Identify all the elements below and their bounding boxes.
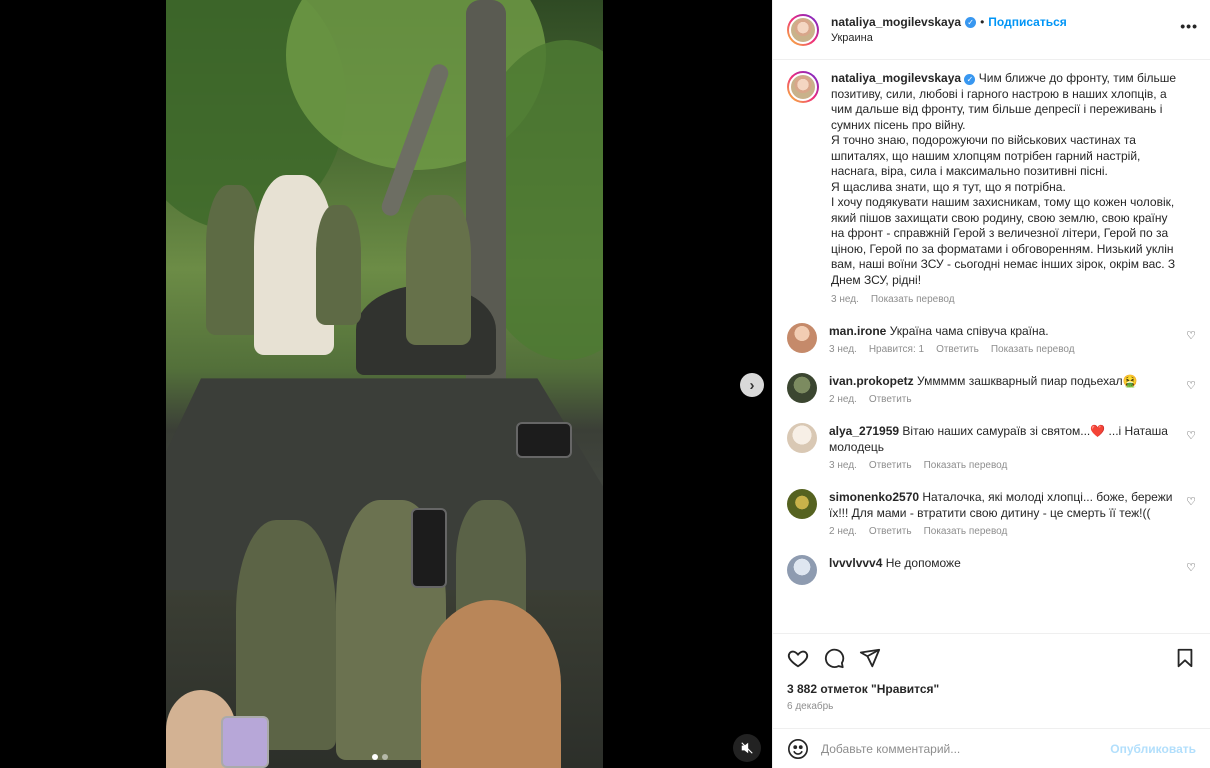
caption-line: І хочу подякувати нашим захисникам, тому… [831, 195, 1175, 209]
carousel-indicator [372, 754, 388, 760]
post-date[interactable]: 6 декабрь [787, 701, 1196, 712]
caption-text: nataliya_mogilevskaya ✓ Чим ближче до фр… [831, 71, 1191, 288]
chevron-right-icon: › [749, 376, 755, 394]
post-details-panel: nataliya_mogilevskaya ✓ • Подписаться Ук… [772, 0, 1210, 768]
reply-button[interactable]: Ответить [936, 344, 979, 355]
add-comment-bar: Опубликовать [773, 728, 1210, 768]
send-icon[interactable] [859, 647, 881, 669]
post-location[interactable]: Украина [831, 32, 1067, 44]
reply-button[interactable]: Ответить [869, 526, 912, 537]
commenter-avatar[interactable] [787, 323, 817, 353]
phone-in-hand [516, 422, 572, 458]
comments-scroll-area[interactable]: nataliya_mogilevskaya ✓ Чим ближче до фр… [773, 61, 1210, 633]
caption-line: сумних пісень про війну. [831, 117, 966, 132]
comment-icon[interactable] [823, 647, 845, 669]
phone-in-hand [411, 508, 447, 588]
post-caption: nataliya_mogilevskaya ✓ Чим ближче до фр… [787, 71, 1196, 305]
verified-badge-icon: ✓ [965, 16, 977, 28]
show-translation-link[interactable]: Показать перевод [871, 294, 955, 305]
caption-line: позитиву, сили, любові і гарного настрою… [831, 86, 1167, 101]
next-media-button[interactable]: › [740, 373, 764, 397]
caption-line: Я точно знаю, подорожуючи по військових … [831, 133, 1136, 147]
caption-meta: 3 нед. Показать перевод [831, 294, 1191, 305]
comment-username[interactable]: simonenko2570 [829, 490, 919, 504]
caption-line: ціною, Герой по за форматами і обговорен… [831, 241, 1174, 256]
media-area: › [0, 0, 772, 768]
comment-input[interactable] [821, 741, 1099, 756]
spectator-figure [421, 600, 561, 768]
emoji-icon[interactable] [787, 738, 809, 760]
heart-icon[interactable]: ♡ [1186, 329, 1196, 342]
comment-text: Україна чама співуча країна. [889, 324, 1049, 338]
comment-time[interactable]: 3 нед. [829, 460, 857, 471]
comment-item: ivan.prokopetz Уммммм зашкварный пиар по… [787, 373, 1196, 405]
caption-author[interactable]: nataliya_mogilevskaya [831, 71, 961, 85]
post-video[interactable] [166, 0, 603, 768]
instagram-post-modal: › nataliya_mogilevskaya ✓ • Подписаться [0, 0, 1210, 768]
comment-text: Уммммм зашкварный пиар подьехал🤮 [917, 374, 1138, 388]
comment-time[interactable]: 3 нед. [829, 344, 857, 355]
comment-time[interactable]: 2 нед. [829, 526, 857, 537]
heart-icon[interactable] [787, 647, 809, 669]
comment-username[interactable]: ivan.prokopetz [829, 374, 914, 388]
publish-comment-button[interactable]: Опубликовать [1110, 742, 1196, 756]
follow-button[interactable]: Подписаться [988, 15, 1066, 29]
comment-username[interactable]: alya_271959 [829, 424, 899, 438]
comment-item: simonenko2570 Наталочка, які молоді хлоп… [787, 489, 1196, 537]
like-count[interactable]: 3 882 отметок "Нравится" [787, 682, 1196, 696]
post-actions: 3 882 отметок "Нравится" 6 декабрь [773, 633, 1210, 712]
caption-line: Я щаслива знати, що я тут, що я потрібна… [831, 179, 1066, 194]
soldier-figure [316, 205, 361, 325]
caption-line: який пішов захищати свою родину, свою зе… [831, 210, 1168, 225]
comment-item: lvvvlvvv4 Не допоможе ♡ [787, 555, 1196, 585]
caption-line: наснага, віра, сила і максимально позити… [831, 164, 1108, 178]
comment-time[interactable]: 2 нед. [829, 394, 857, 405]
soldier-figure [206, 185, 261, 335]
caption-line: на фронт - справжній Герой з величезної … [831, 226, 1169, 240]
heart-icon[interactable]: ♡ [1186, 379, 1196, 392]
commenter-avatar[interactable] [787, 489, 817, 519]
mute-toggle-button[interactable] [733, 734, 761, 762]
caption-line: шпиталях, що нашим хлопцям потрібен гарн… [831, 148, 1141, 163]
commenter-avatar[interactable] [787, 423, 817, 453]
commenter-avatar[interactable] [787, 373, 817, 403]
phone-in-hand [221, 716, 269, 768]
commenter-avatar[interactable] [787, 555, 817, 585]
show-translation-link[interactable]: Показать перевод [924, 460, 1008, 471]
caption-line: Днем ЗСУ, рідні! [831, 272, 922, 287]
author-avatar[interactable] [787, 71, 819, 103]
reply-button[interactable]: Ответить [869, 460, 912, 471]
show-translation-link[interactable]: Показать перевод [924, 526, 1008, 537]
heart-icon[interactable]: ♡ [1186, 495, 1196, 508]
caption-line: Чим ближче до фронту, тим більше [978, 71, 1177, 85]
comment-item: man.irone Україна чама співуча країна. 3… [787, 323, 1196, 355]
more-horizontal-icon[interactable]: ••• [1180, 18, 1198, 34]
separator: • [980, 15, 985, 29]
reply-button[interactable]: Ответить [869, 394, 912, 405]
comment-like-count[interactable]: Нравится: 1 [869, 344, 924, 355]
caption-line: вам, наші воїни ЗСУ - сьогодні немає інш… [831, 257, 1176, 271]
muted-speaker-icon [741, 742, 753, 754]
soldier-figure [406, 195, 471, 345]
bookmark-icon[interactable] [1174, 647, 1196, 669]
verified-badge-icon: ✓ [964, 74, 976, 86]
author-avatar[interactable] [787, 13, 819, 46]
post-header: nataliya_mogilevskaya ✓ • Подписаться Ук… [773, 0, 1210, 60]
caption-time[interactable]: 3 нед. [831, 294, 859, 305]
author-username[interactable]: nataliya_mogilevskaya [831, 15, 961, 29]
caption-line: чим дальше від фронту, тим більше депрес… [831, 102, 1163, 116]
comment-username[interactable]: lvvvlvvv4 [829, 556, 882, 570]
heart-icon[interactable]: ♡ [1186, 429, 1196, 442]
show-translation-link[interactable]: Показать перевод [991, 344, 1075, 355]
comment-text: Не допоможе [885, 556, 961, 570]
comment-item: alya_271959 Вітаю наших самураїв зі свят… [787, 423, 1196, 471]
carousel-dot [382, 754, 388, 760]
heart-icon[interactable]: ♡ [1186, 561, 1196, 574]
comment-username[interactable]: man.irone [829, 324, 886, 338]
carousel-dot [372, 754, 378, 760]
